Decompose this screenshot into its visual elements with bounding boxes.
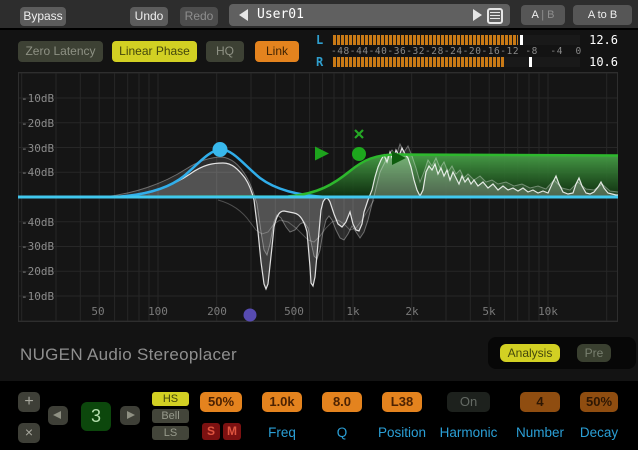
decay-label: Decay — [572, 425, 626, 440]
svg-text:500: 500 — [284, 305, 304, 318]
svg-text:200: 200 — [207, 305, 227, 318]
shape-ls-button[interactable]: LS — [152, 426, 189, 440]
meter-left-peak — [520, 35, 523, 45]
svg-text:2k: 2k — [405, 305, 419, 318]
pre-button[interactable]: Pre — [577, 344, 611, 362]
purple-band-node[interactable] — [244, 309, 257, 322]
meter-right-value: 10.6 — [578, 55, 618, 69]
meter-left-label: L — [316, 33, 323, 47]
svg-text:-20dB: -20dB — [21, 117, 54, 130]
harmonic-label: Harmonic — [437, 425, 500, 440]
linear-phase-button[interactable]: Linear Phase — [112, 41, 197, 62]
green-band-node[interactable] — [352, 147, 366, 161]
prev-band-button[interactable] — [48, 406, 68, 425]
meter-right-peak — [529, 57, 532, 67]
decay-value-button[interactable]: 50% — [580, 392, 618, 412]
stereoplacer-window: Bypass Undo Redo User01 A | B A to B Zer… — [0, 0, 638, 450]
position-value-button[interactable]: L38 — [382, 392, 422, 412]
number-value-button[interactable]: 4 — [520, 392, 560, 412]
svg-text:-30dB: -30dB — [21, 240, 54, 253]
preset-prev-icon[interactable] — [239, 9, 248, 21]
frequency-graph[interactable]: -10dB -20dB -30dB -40dB -40dB -30dB -20d… — [18, 72, 618, 322]
preset-menu-icon[interactable] — [487, 8, 503, 24]
solo-button[interactable]: S — [202, 423, 220, 440]
meter-left-value: 12.6 — [578, 33, 618, 47]
meter-left-bar — [333, 35, 580, 45]
ab-b-label: | B — [538, 9, 554, 21]
a-to-b-button[interactable]: A to B — [573, 5, 632, 25]
q-value-button[interactable]: 8.0 — [322, 392, 362, 412]
prev-arrow-icon — [53, 411, 61, 419]
harmonic-toggle-button[interactable]: On — [447, 392, 490, 412]
svg-text:-40dB: -40dB — [21, 166, 54, 179]
svg-text:-20dB: -20dB — [21, 265, 54, 278]
freq-label: Freq — [252, 425, 312, 440]
shape-hs-button[interactable]: HS — [152, 392, 189, 406]
q-label: Q — [322, 425, 362, 440]
zero-latency-button[interactable]: Zero Latency — [18, 41, 103, 62]
band-number-display: 3 — [81, 402, 111, 431]
remove-band-button[interactable]: × — [18, 423, 40, 443]
meter-right-bar — [333, 57, 580, 67]
position-label: Position — [372, 425, 432, 440]
svg-text:10k: 10k — [538, 305, 558, 318]
top-bar: Bypass Undo Redo User01 A | B A to B — [0, 0, 638, 30]
svg-text:-40dB: -40dB — [21, 216, 54, 229]
next-arrow-icon — [127, 411, 135, 419]
undo-button[interactable]: Undo — [130, 7, 168, 26]
svg-text:1k: 1k — [346, 305, 360, 318]
add-band-button[interactable]: + — [18, 392, 40, 412]
next-band-button[interactable] — [120, 406, 140, 425]
svg-text:50: 50 — [91, 305, 104, 318]
redo-button[interactable]: Redo — [180, 7, 218, 26]
meter-scale: -48-44-40-36-32-28-24-20-16-12 -8 -4 0 — [331, 46, 587, 57]
preset-name: User01 — [257, 4, 304, 26]
bypass-button[interactable]: Bypass — [20, 7, 66, 26]
link-button[interactable]: Link — [255, 41, 299, 62]
preset-selector[interactable]: User01 — [229, 4, 510, 26]
svg-text:-30dB: -30dB — [21, 142, 54, 155]
mute-button[interactable]: M — [223, 423, 241, 440]
blue-band-node[interactable] — [213, 142, 228, 157]
shape-bell-button[interactable]: Bell — [152, 409, 189, 423]
width-value-button[interactable]: 50% — [200, 392, 242, 412]
svg-text:100: 100 — [148, 305, 168, 318]
svg-text:5k: 5k — [482, 305, 496, 318]
analysis-button[interactable]: Analysis — [500, 344, 560, 362]
plugin-title: NUGEN Audio Stereoplacer — [20, 345, 237, 365]
meter-right-label: R — [316, 55, 323, 69]
hq-button[interactable]: HQ — [206, 41, 244, 62]
svg-text:-10dB: -10dB — [21, 92, 54, 105]
svg-text:-10dB: -10dB — [21, 290, 54, 303]
preset-next-icon[interactable] — [473, 9, 482, 21]
freq-value-button[interactable]: 1.0k — [262, 392, 302, 412]
ab-compare-button[interactable]: A | B — [521, 5, 565, 25]
number-label: Number — [510, 425, 570, 440]
